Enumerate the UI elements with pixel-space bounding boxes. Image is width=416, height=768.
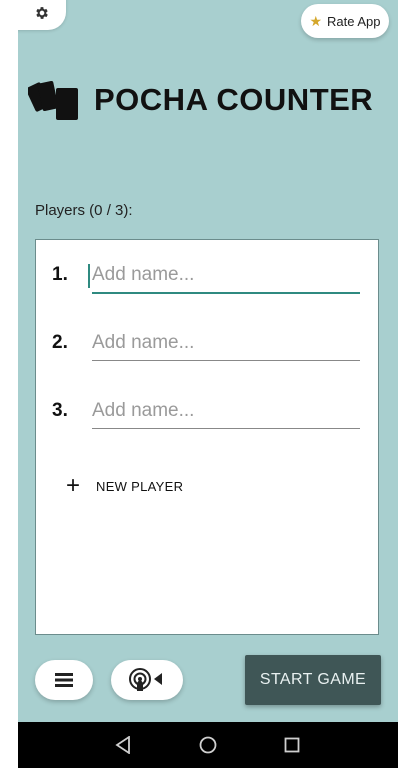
brand-header: POCHA COUNTER (28, 78, 373, 122)
cards-icon (28, 81, 78, 120)
text-cursor (88, 264, 90, 288)
player-row: 2. (36, 326, 378, 366)
players-count-label: Players (0 / 3): (35, 202, 133, 219)
player-name-input-2[interactable] (92, 326, 360, 361)
players-list-panel: 1. 2. 3. + NEW PLAYER (35, 239, 379, 635)
broadcast-icon (129, 668, 162, 691)
player-number: 2. (52, 332, 68, 353)
player-row: 1. (36, 258, 378, 298)
player-name-input-1[interactable] (92, 258, 360, 294)
back-icon (115, 736, 130, 754)
player-number: 3. (52, 400, 68, 421)
rate-app-label: Rate App (327, 13, 381, 29)
home-button[interactable] (197, 734, 219, 756)
player-name-input-3[interactable] (92, 394, 360, 429)
app-screen: ★ Rate App POCHA COUNTER Players (0 / 3)… (18, 0, 398, 722)
start-game-button[interactable]: START GAME (245, 655, 381, 705)
settings-button[interactable] (18, 0, 66, 30)
gear-icon (36, 7, 48, 19)
recents-button[interactable] (281, 734, 303, 756)
home-icon (199, 736, 217, 754)
recents-icon (284, 737, 300, 753)
player-row: 3. (36, 394, 378, 434)
app-title: POCHA COUNTER (94, 82, 374, 117)
menu-button[interactable] (35, 660, 93, 700)
back-button[interactable] (112, 734, 134, 756)
broadcast-button[interactable] (111, 660, 183, 700)
new-player-label: NEW PLAYER (96, 478, 184, 494)
player-number: 1. (52, 264, 68, 285)
rate-app-button[interactable]: ★ Rate App (301, 4, 389, 38)
star-icon: ★ (309, 13, 323, 29)
menu-icon (55, 673, 73, 687)
new-player-button[interactable]: + NEW PLAYER (66, 474, 183, 498)
system-navigation-bar (18, 722, 398, 768)
plus-icon: + (66, 472, 81, 499)
